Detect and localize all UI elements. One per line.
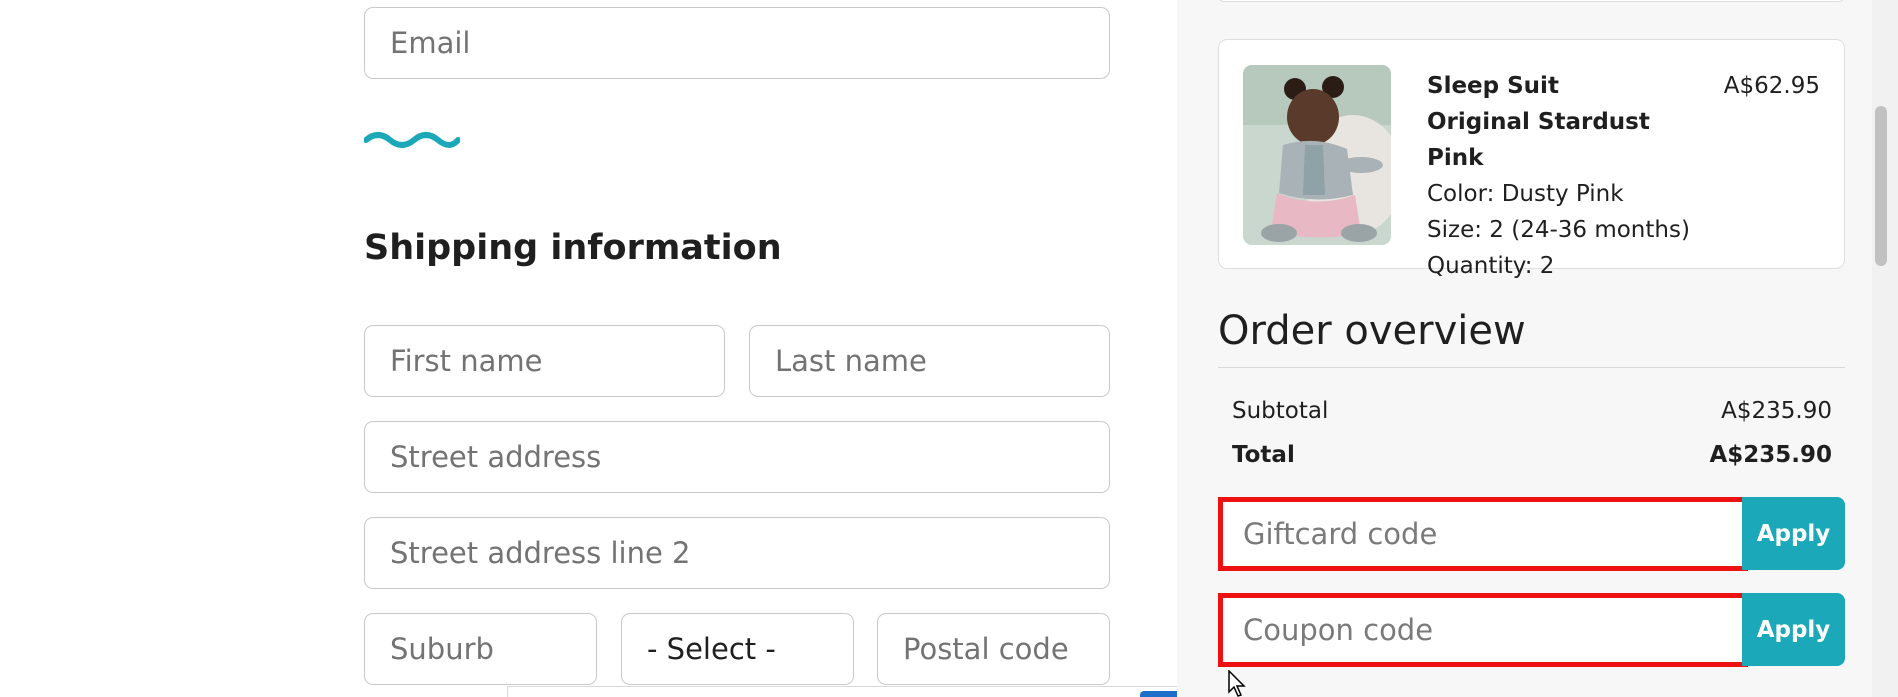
total-row: Total A$235.90 xyxy=(1232,442,1832,468)
product-size: Size: 2 (24-36 months) xyxy=(1427,217,1690,243)
last-name-field[interactable]: Last name xyxy=(749,325,1110,397)
product-name: Sleep Suit Original Stardust Pink xyxy=(1427,73,1650,171)
street-address-placeholder: Street address xyxy=(390,440,602,474)
order-summary-panel: Sleep Suit Original Stardust Pink Color:… xyxy=(1177,0,1881,697)
total-label: Total xyxy=(1232,442,1295,468)
scrollbar-thumb[interactable] xyxy=(1875,106,1887,266)
postal-code-placeholder: Postal code xyxy=(903,632,1069,666)
subtotal-row: Subtotal A$235.90 xyxy=(1232,398,1832,424)
giftcard-placeholder: Giftcard code xyxy=(1243,517,1438,551)
last-name-placeholder: Last name xyxy=(775,344,927,378)
mouse-cursor-icon xyxy=(1228,670,1246,697)
street-address-line2-placeholder: Street address line 2 xyxy=(390,536,691,570)
state-select[interactable]: - Select - xyxy=(621,613,854,685)
email-placeholder: Email xyxy=(390,26,471,60)
suburb-placeholder: Suburb xyxy=(390,632,494,666)
order-overview-title: Order overview xyxy=(1218,308,1526,354)
product-price: A$62.95 xyxy=(1723,73,1820,99)
coupon-apply-button[interactable]: Apply xyxy=(1742,593,1845,666)
first-name-placeholder: First name xyxy=(390,344,543,378)
coupon-placeholder: Coupon code xyxy=(1243,613,1434,647)
suburb-field[interactable]: Suburb xyxy=(364,613,597,685)
product-color: Color: Dusty Pink xyxy=(1427,181,1624,207)
subtotal-label: Subtotal xyxy=(1232,398,1329,424)
subtotal-value: A$235.90 xyxy=(1721,398,1832,424)
checkout-page: Email Shipping information First name La… xyxy=(0,0,1898,697)
street-address-line2-field[interactable]: Street address line 2 xyxy=(364,517,1110,589)
product-quantity: Quantity: 2 xyxy=(1427,253,1555,279)
giftcard-apply-button[interactable]: Apply xyxy=(1742,497,1845,570)
postal-code-field[interactable]: Postal code xyxy=(877,613,1110,685)
scrollbar-track[interactable] xyxy=(1872,0,1898,697)
product-image xyxy=(1243,65,1391,245)
shipping-section-title: Shipping information xyxy=(364,228,782,268)
first-name-field[interactable]: First name xyxy=(364,325,725,397)
overview-divider xyxy=(1218,367,1845,368)
previous-card-edge xyxy=(1218,0,1845,2)
state-select-value: - Select - xyxy=(647,632,776,666)
coupon-code-input[interactable]: Coupon code xyxy=(1218,593,1748,667)
email-field[interactable]: Email xyxy=(364,7,1110,79)
giftcard-code-input[interactable]: Giftcard code xyxy=(1218,497,1748,571)
cart-item-card: Sleep Suit Original Stardust Pink Color:… xyxy=(1218,39,1845,279)
product-info: Sleep Suit Original Stardust Pink Color:… xyxy=(1427,68,1690,284)
street-address-field[interactable]: Street address xyxy=(364,421,1110,493)
total-value: A$235.90 xyxy=(1709,442,1832,468)
wave-divider-icon xyxy=(364,132,460,148)
